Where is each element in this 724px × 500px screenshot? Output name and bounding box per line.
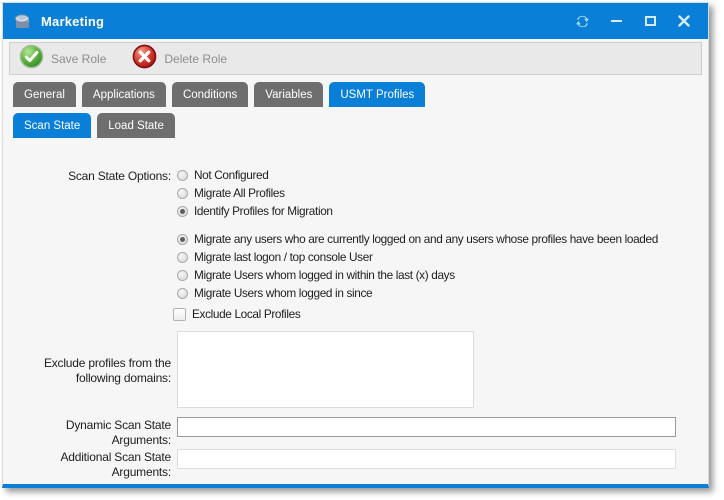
window-controls xyxy=(572,11,698,31)
radio-option-label: Not Configured xyxy=(194,168,268,182)
dynamic-args-input[interactable] xyxy=(177,417,676,437)
additional-args-label-line2: Arguments: xyxy=(11,465,171,480)
tab-scan-state[interactable]: Scan State xyxy=(13,113,91,138)
radio-icon[interactable] xyxy=(177,270,188,281)
tab-label: Conditions xyxy=(183,89,237,101)
toolbar: Save Role Delete Role xyxy=(9,42,702,75)
dynamic-args-label-line2: Arguments: xyxy=(11,433,171,448)
delete-role-button[interactable]: Delete Role xyxy=(132,44,227,74)
radio-option-label: Identify Profiles for Migration xyxy=(194,204,333,218)
radio-option-migrate-last-x-days[interactable]: Migrate Users whom logged in within the … xyxy=(177,268,455,282)
radio-icon[interactable] xyxy=(177,206,188,217)
tab-variables[interactable]: Variables xyxy=(254,82,323,107)
radio-option-migrate-last-logon[interactable]: Migrate last logon / top console User xyxy=(177,250,373,264)
save-icon xyxy=(19,44,44,74)
exclude-domains-label-line2: following domains: xyxy=(11,371,171,386)
radio-icon[interactable] xyxy=(177,252,188,263)
app-icon xyxy=(13,11,33,31)
exclude-domains-textarea[interactable] xyxy=(177,331,474,408)
radio-option-migrate-all-profiles[interactable]: Migrate All Profiles xyxy=(177,186,285,200)
radio-option-label: Migrate Users whom logged in since xyxy=(194,286,372,300)
radio-icon[interactable] xyxy=(177,170,188,181)
additional-args-label-line1: Additional Scan State xyxy=(11,450,171,465)
radio-option-migrate-logged-in-since[interactable]: Migrate Users whom logged in since xyxy=(177,286,372,300)
exclude-local-profiles-option[interactable]: Exclude Local Profiles xyxy=(173,307,300,321)
tab-label: General xyxy=(24,89,65,101)
titlebar: Marketing xyxy=(3,3,708,39)
radio-icon[interactable] xyxy=(177,288,188,299)
maximize-icon[interactable] xyxy=(640,11,660,31)
additional-args-input[interactable] xyxy=(177,449,676,469)
tab-label: USMT Profiles xyxy=(340,89,414,101)
tab-usmt-profiles[interactable]: USMT Profiles xyxy=(329,82,425,107)
radio-option-label: Migrate last logon / top console User xyxy=(194,250,373,264)
checkbox-label: Exclude Local Profiles xyxy=(192,307,300,321)
sub-tabs: Scan State Load State xyxy=(13,113,175,138)
radio-icon[interactable] xyxy=(177,234,188,245)
delete-icon xyxy=(132,44,157,74)
save-role-label: Save Role xyxy=(51,52,106,66)
dialog-window: Marketing xyxy=(2,2,709,488)
minimize-icon[interactable] xyxy=(606,11,626,31)
window-title: Marketing xyxy=(41,14,104,29)
tab-label: Variables xyxy=(265,89,312,101)
tab-general[interactable]: General xyxy=(13,82,76,107)
main-tabs: General Applications Conditions Variable… xyxy=(13,82,425,107)
delete-role-label: Delete Role xyxy=(164,52,227,66)
exclude-local-profiles-checkbox[interactable] xyxy=(173,308,186,321)
scan-state-options-label: Scan State Options: xyxy=(11,169,171,184)
radio-option-label: Migrate any users who are currently logg… xyxy=(194,232,658,246)
save-role-button[interactable]: Save Role xyxy=(19,44,106,74)
tab-label: Load State xyxy=(108,120,164,132)
radio-option-identify-profiles[interactable]: Identify Profiles for Migration xyxy=(177,204,333,218)
dynamic-args-label-line1: Dynamic Scan State xyxy=(11,418,171,433)
dynamic-args-label: Dynamic Scan State Arguments: xyxy=(11,418,171,447)
radio-option-label: Migrate Users whom logged in within the … xyxy=(194,268,455,282)
radio-option-migrate-logged-on-users[interactable]: Migrate any users who are currently logg… xyxy=(177,232,658,246)
radio-option-label: Migrate All Profiles xyxy=(194,186,285,200)
tab-conditions[interactable]: Conditions xyxy=(172,82,248,107)
tab-label: Applications xyxy=(93,89,155,101)
refresh-icon[interactable] xyxy=(572,11,592,31)
radio-option-not-configured[interactable]: Not Configured xyxy=(177,168,268,182)
tab-applications[interactable]: Applications xyxy=(82,82,166,107)
tab-load-state[interactable]: Load State xyxy=(97,113,175,138)
exclude-domains-label-line1: Exclude profiles from the xyxy=(11,356,171,371)
additional-args-label: Additional Scan State Arguments: xyxy=(11,450,171,479)
close-icon[interactable] xyxy=(674,11,694,31)
radio-icon[interactable] xyxy=(177,188,188,199)
tab-label: Scan State xyxy=(24,120,80,132)
exclude-domains-label: Exclude profiles from the following doma… xyxy=(11,356,171,385)
